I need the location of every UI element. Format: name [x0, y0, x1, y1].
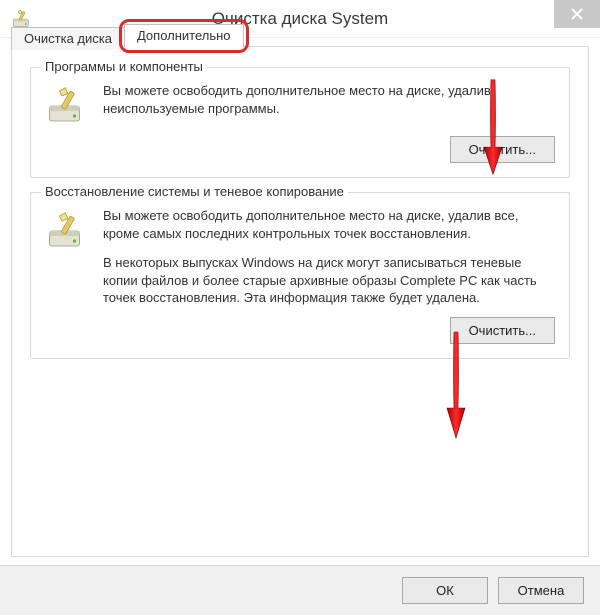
group-restore: Восстановление системы и теневое копиров… [30, 192, 570, 359]
restore-description-2: В некоторых выпусках Windows на диск мог… [103, 254, 555, 307]
close-icon [571, 8, 583, 20]
programs-description: Вы можете освободить дополнительное мест… [103, 82, 555, 117]
dialog-body: Очистка диска Дополнительно Программы и … [11, 46, 589, 557]
restore-cleanup-button[interactable]: Очистить... [450, 317, 555, 344]
group-programs: Программы и компоненты Вы можете освобод… [30, 67, 570, 178]
cancel-button[interactable]: Отмена [498, 577, 584, 604]
close-button[interactable] [554, 0, 600, 28]
programs-cleanup-button[interactable]: Очистить... [450, 136, 555, 163]
group-restore-legend: Восстановление системы и теневое копиров… [41, 184, 348, 199]
group-programs-legend: Программы и компоненты [41, 59, 207, 74]
restore-description-1: Вы можете освободить дополнительное мест… [103, 207, 555, 242]
tab-strip: Очистка диска Дополнительно [11, 22, 243, 48]
dialog-footer: ОК Отмена [0, 565, 600, 615]
ok-button[interactable]: ОК [402, 577, 488, 604]
programs-text: Вы можете освободить дополнительное мест… [103, 82, 555, 117]
restore-text: Вы можете освободить дополнительное мест… [103, 207, 555, 307]
tab-advanced[interactable]: Дополнительно [124, 24, 244, 48]
programs-icon [45, 86, 89, 126]
restore-icon [45, 211, 89, 251]
tab-disk-cleanup[interactable]: Очистка диска [11, 27, 125, 50]
